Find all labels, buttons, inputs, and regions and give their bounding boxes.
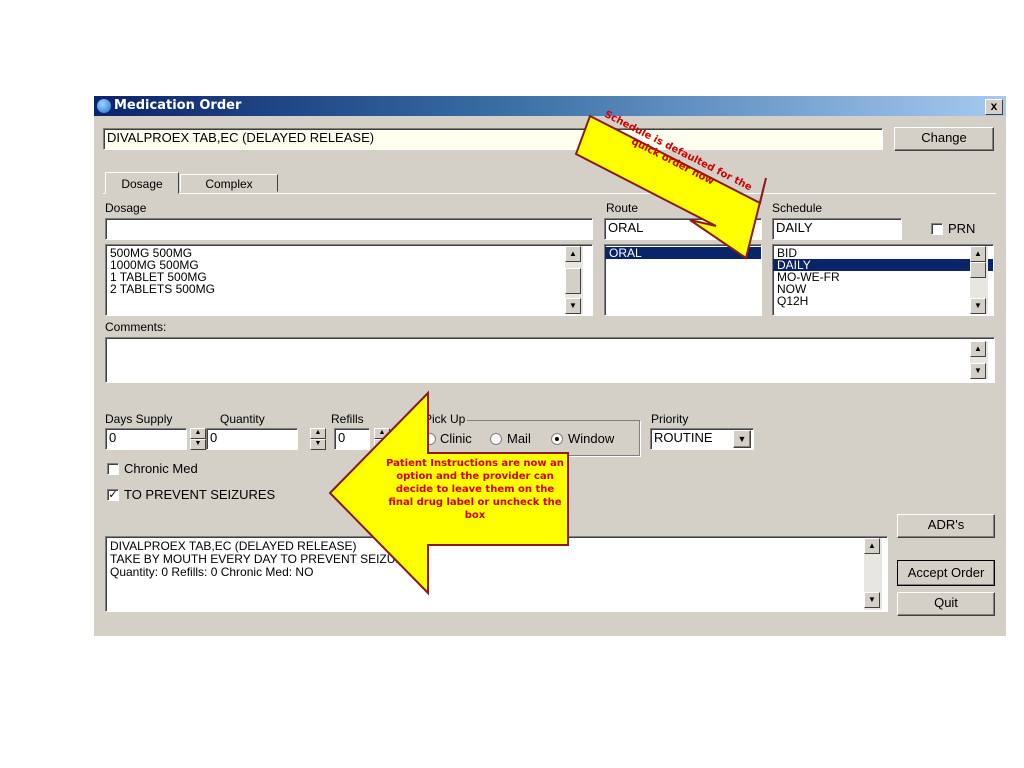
instructions-callout-text: Patient Instructions are now an option a… [386, 458, 564, 521]
dosage-label: Dosage [105, 201, 147, 215]
app-icon [97, 99, 111, 113]
quantity-input[interactable]: 0 [206, 428, 298, 450]
patient-instructions-label: TO PREVENT SEIZURES [124, 487, 276, 502]
scroll-down-icon[interactable]: ▼ [565, 298, 581, 314]
tab-dosage[interactable]: Dosage [105, 172, 179, 194]
tab-complex[interactable]: Complex [180, 174, 278, 192]
quantity-label: Quantity [220, 412, 265, 426]
schedule-scrollbar[interactable]: ▲ ▼ [970, 246, 988, 314]
comments-scrollbar[interactable]: ▲ ▼ [970, 341, 988, 379]
chronic-med-checkbox[interactable] [107, 463, 119, 475]
dosage-option[interactable]: 2 TABLETS 500MG [106, 283, 592, 295]
prn-checkbox[interactable] [931, 223, 943, 235]
summary-scrollbar[interactable]: ▲ ▼ [864, 538, 882, 610]
window-title: Medication Order [114, 98, 242, 113]
prn-label: PRN [948, 221, 976, 236]
scroll-up-icon[interactable]: ▲ [970, 341, 986, 357]
schedule-option[interactable]: MO-WE-FR [773, 271, 993, 283]
quantity-spinner[interactable]: ▲ ▼ [310, 428, 326, 450]
scroll-up-icon[interactable]: ▲ [864, 538, 880, 554]
priority-value: ROUTINE [654, 430, 713, 445]
quit-button[interactable]: Quit [897, 592, 995, 616]
tab-panel-border [103, 193, 996, 194]
days-supply-input[interactable]: 0 [105, 428, 187, 450]
schedule-callout-arrow [574, 114, 767, 260]
patient-instructions-checkbox[interactable]: ✓ [107, 489, 119, 501]
adr-button[interactable]: ADR's [897, 514, 995, 538]
scroll-down-icon[interactable]: ▼ [864, 592, 880, 608]
comments-textarea[interactable] [105, 337, 995, 383]
comments-label: Comments: [105, 320, 167, 334]
accept-order-button[interactable]: Accept Order [897, 560, 995, 586]
scroll-thumb[interactable] [970, 262, 986, 278]
scroll-down-icon[interactable]: ▼ [970, 298, 986, 314]
priority-label: Priority [651, 412, 689, 426]
dosage-input[interactable] [105, 218, 593, 240]
days-supply-spinner[interactable]: ▲ ▼ [190, 428, 206, 450]
chronic-med-label: Chronic Med [124, 461, 198, 476]
scroll-up-icon[interactable]: ▲ [970, 246, 986, 262]
change-button[interactable]: Change [894, 127, 994, 151]
close-button[interactable]: x [985, 99, 1003, 115]
days-supply-label: Days Supply [105, 412, 173, 426]
chevron-down-icon[interactable]: ▼ [733, 430, 751, 448]
scroll-thumb[interactable] [565, 268, 581, 294]
schedule-list[interactable]: BID DAILY MO-WE-FR NOW Q12H [772, 244, 994, 316]
schedule-option[interactable]: Q12H [773, 295, 993, 307]
dosage-list[interactable]: 500MG 500MG 1000MG 500MG 1 TABLET 500MG … [105, 244, 593, 316]
scroll-down-icon[interactable]: ▼ [970, 363, 986, 379]
